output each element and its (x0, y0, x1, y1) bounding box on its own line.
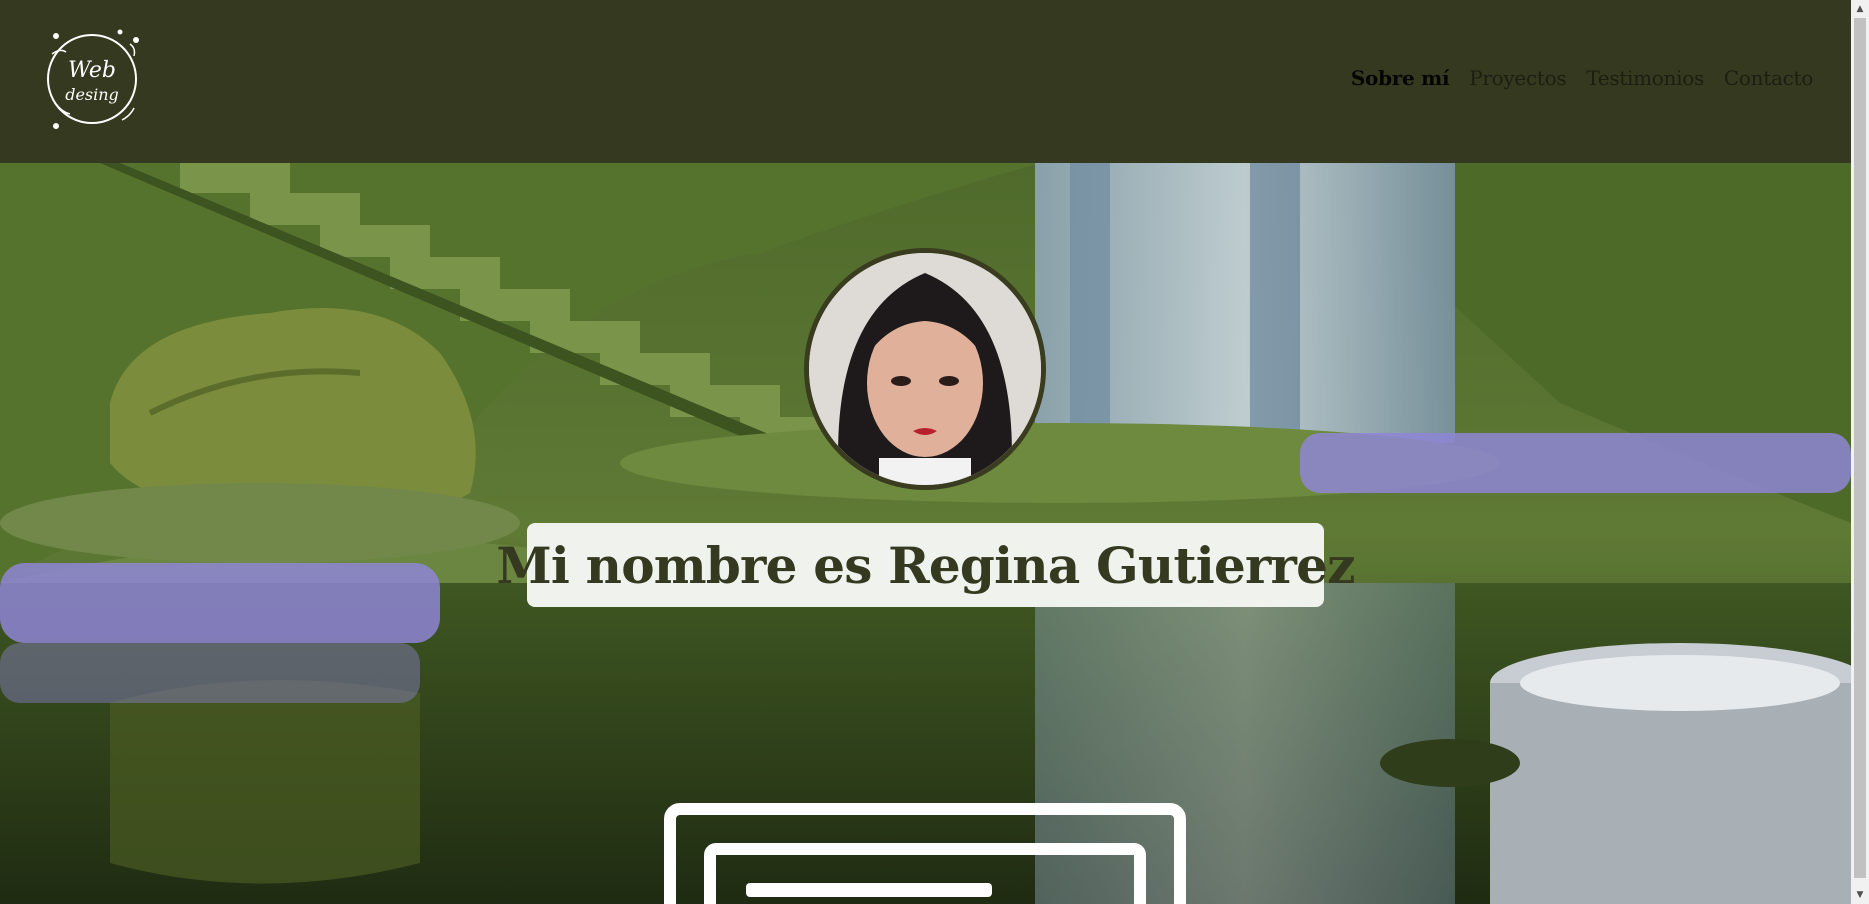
scroll-thumb[interactable] (1854, 18, 1866, 878)
nav-item-testimonios[interactable]: Testimonios (1586, 66, 1704, 90)
hero-section: Mi nombre es Regina Gutierrez (0, 163, 1851, 904)
nav-item-sobre-mi[interactable]: Sobre mí (1351, 66, 1450, 90)
scroll-down-icon[interactable]: ▼ (1851, 886, 1869, 904)
svg-text:Web: Web (68, 58, 116, 83)
laptop-icon (664, 803, 1186, 904)
hero-title-box: Mi nombre es Regina Gutierrez (496, 523, 1355, 607)
logo-wreath-icon: Web desing (47, 29, 139, 129)
nav-item-contacto[interactable]: Contacto (1724, 66, 1813, 90)
main-nav: Sobre mí Proyectos Testimonios Contacto (1351, 66, 1813, 90)
profile-photo (809, 253, 1041, 485)
logo[interactable]: Web desing (42, 24, 148, 136)
profile-avatar (804, 248, 1046, 490)
hero-title: Mi nombre es Regina Gutierrez (496, 535, 1355, 595)
scroll-up-icon[interactable]: ▲ (1851, 0, 1869, 18)
site-header: Web desing Sobre mí Proyectos Testimonio… (0, 0, 1851, 163)
nav-item-proyectos[interactable]: Proyectos (1469, 66, 1566, 90)
page-scrollbar[interactable]: ▲ ▼ (1851, 0, 1869, 904)
svg-text:desing: desing (65, 85, 119, 104)
